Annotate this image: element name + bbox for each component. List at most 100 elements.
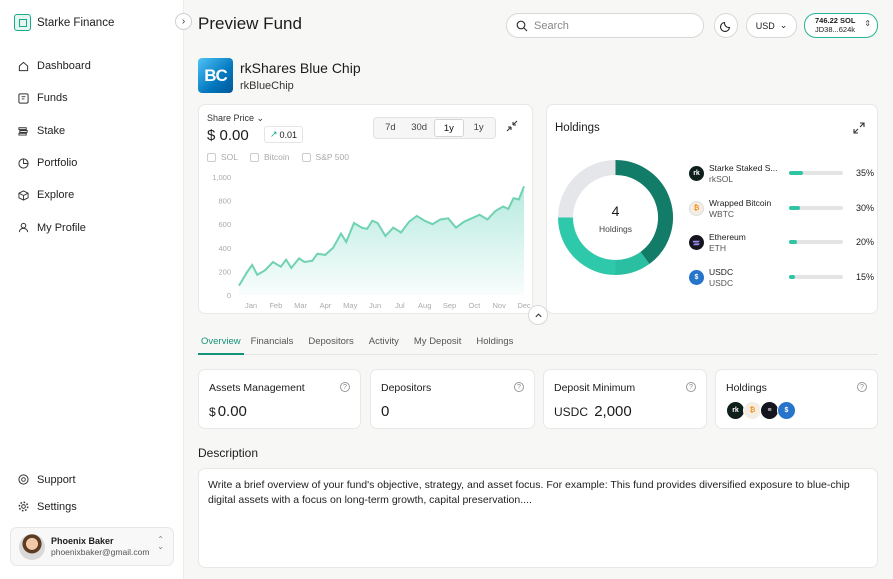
tab-depositors[interactable]: Depositors [308,330,361,355]
collapse-sidebar-button[interactable]: › [175,13,192,30]
currency-value: USD [755,20,775,31]
description-text: Write a brief overview of your fund's ob… [208,479,850,506]
period-1y[interactable]: 1y [433,119,465,137]
sidebar-item-label: Stake [37,124,66,137]
sidebar-item-support[interactable]: Support [18,466,77,493]
holding-row[interactable]: Ethereum ETH 20% [689,225,874,260]
stat-title: Holdings [726,382,767,394]
sidebar-item-portfolio[interactable]: Portfolio [18,147,91,179]
x-tick-label: Apr [320,301,332,310]
collapse-icon[interactable] [506,120,518,132]
tab-holdings[interactable]: Holdings [476,330,521,355]
holding-row[interactable]: $ USDC USDC 15% [689,260,874,295]
chevron-down-icon: ⌄ [256,113,265,123]
share-price-value: $ 0.00 [207,127,249,144]
currency-select[interactable]: USD ⌄ [746,13,797,38]
legend-bitcoin[interactable]: Bitcoin [250,152,290,162]
help-icon[interactable]: ? [686,382,696,392]
tab-financials[interactable]: Financials [251,330,302,355]
tab-my-deposit[interactable]: My Deposit [414,330,470,355]
search-icon [516,20,528,31]
sidebar-item-settings[interactable]: Settings [18,493,77,520]
stat-value: 0.00 [217,403,247,420]
user-icon [18,222,29,233]
holding-name: Ethereum [709,232,746,243]
period-7d[interactable]: 7d [376,119,405,137]
holdings-list: rk Starke Staked S... rkSOL 35% ₿ Wrapped… [689,156,874,295]
help-icon[interactable]: ? [857,382,867,392]
y-tick-label: 400 [218,244,231,253]
legend-label: S&P 500 [315,152,349,162]
toggle-chart-button[interactable] [528,305,548,325]
price-area [239,186,524,295]
legend-label: SOL [221,152,239,162]
checkbox[interactable] [250,152,260,162]
sidebar-item-label: Dashboard [37,60,91,73]
description-textarea[interactable]: Write a brief overview of your fund's ob… [198,468,878,568]
moon-icon [720,21,731,32]
brand[interactable]: Starke Finance [14,14,114,31]
holding-bar [789,205,843,210]
fund-tabs: Overview Financials Depositors Activity … [198,330,878,355]
chevron-up-icon [534,312,542,317]
help-icon[interactable]: ? [340,382,350,392]
holding-bar [789,240,843,245]
tab-activity[interactable]: Activity [369,330,407,355]
sidebar-item-stake[interactable]: Stake [18,115,91,147]
holdings-stat-card: Holdings ? rk ₿ ≡ $ [715,369,878,429]
search-input[interactable]: Search [506,13,704,38]
holding-name: Wrapped Bitcoin [709,197,772,208]
sidebar-nav: Dashboard Funds Stake Portfolio Explore … [18,50,91,244]
expand-icon[interactable] [853,122,865,134]
y-tick-label: 200 [218,267,231,276]
sidebar-bottom-nav: Support Settings [18,466,77,520]
sidebar-item-label: Support [37,473,76,486]
theme-toggle-button[interactable] [714,13,738,38]
checkbox[interactable] [301,152,311,162]
holding-bar-fill [789,171,803,175]
legend-sol[interactable]: SOL [207,152,238,162]
x-tick-label: Nov [493,301,507,310]
stat-prefix: USDC [554,405,589,419]
x-tick-label: Jan [245,301,257,310]
help-icon[interactable]: ? [514,382,524,392]
user-email: phoenixbaker@gmail.com [51,547,150,557]
fund-ticker: rkBlueChip [240,80,294,92]
legend-label: Bitcoin [264,152,290,162]
arrow-up-right-icon: ↗ [270,129,278,139]
legend-sp500[interactable]: S&P 500 [301,152,349,162]
description-title: Description [198,446,259,460]
holding-percent: 30% [855,202,874,213]
tab-overview[interactable]: Overview [198,330,244,355]
assets-management-card: Assets Management ? $0.00 [198,369,361,429]
holding-row[interactable]: ₿ Wrapped Bitcoin WBTC 30% [689,191,874,226]
sidebar-item-my-profile[interactable]: My Profile [18,211,91,243]
chevron-up-down-icon: ⇕ [864,19,871,28]
wallet-button[interactable]: 746.22 SOL JD38...624k ⇕ [804,13,878,38]
sidebar-item-label: Explore [37,189,75,202]
x-tick-label: Mar [294,301,307,310]
share-price-select[interactable]: Share Price ⌄ [207,113,264,124]
price-change-value: 0.01 [279,129,298,140]
holding-symbol: ETH [709,243,726,254]
user-menu[interactable]: Phoenix Baker phoenixbaker@gmail.com ⌃ ⌄ [10,527,174,566]
holding-name: Starke Staked S... [709,162,778,173]
holding-percent: 15% [855,272,874,283]
sidebar-item-funds[interactable]: Funds [18,82,91,114]
stat-title: Depositors [381,382,432,394]
sidebar-item-dashboard[interactable]: Dashboard [18,50,91,82]
period-1y-alt[interactable]: 1y [464,119,493,137]
share-price-card: Share Price ⌄ $ 0.00 ↗ 0.01 7d 30d 1y 1y … [198,104,533,314]
holding-symbol: WBTC [709,208,735,219]
chevron-right-icon: › [181,16,186,27]
checkbox[interactable] [207,152,216,162]
funds-icon [18,93,29,104]
holding-percent: 35% [855,168,874,178]
holding-row[interactable]: rk Starke Staked S... rkSOL 35% [689,156,874,191]
brand-logo-icon [14,14,31,31]
sidebar-item-explore[interactable]: Explore [18,179,91,211]
x-tick-label: Jul [395,301,405,310]
holding-name: USDC [709,266,734,277]
chevron-down-icon: ⌄ [779,20,788,30]
period-30d[interactable]: 30d [405,119,434,137]
